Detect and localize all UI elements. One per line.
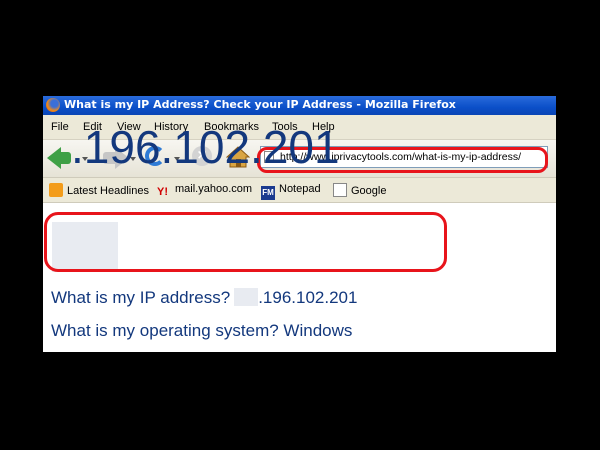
- firefox-icon: [46, 98, 60, 112]
- ip-question-label: What is my IP address?: [51, 288, 231, 307]
- ip-address-display: .196.102.201: [71, 121, 340, 173]
- ip-question-line: What is my IP address? .196.102.201: [51, 288, 357, 308]
- bookmark-yahoo-mail[interactable]: Y! mail.yahoo.com: [157, 183, 252, 200]
- fm-icon: FM: [261, 186, 275, 200]
- bookmark-latest-headlines[interactable]: Latest Headlines: [49, 183, 149, 197]
- window-title: What is my IP Address? Check your IP Add…: [64, 98, 456, 111]
- bookmarks-toolbar: Latest Headlines Y! mail.yahoo.com FM Note…: [43, 178, 556, 203]
- title-bar: What is my IP Address? Check your IP Add…: [43, 96, 556, 115]
- rss-icon: [49, 183, 63, 197]
- redacted-ip-block-small: [234, 288, 259, 306]
- menu-file[interactable]: File: [51, 121, 69, 133]
- yahoo-icon: Y!: [157, 186, 168, 198]
- page-icon: [333, 183, 347, 197]
- ip-question-value: .196.102.201: [258, 288, 358, 307]
- bookmark-google[interactable]: Google: [333, 183, 386, 197]
- os-line: What is my operating system? Windows: [51, 321, 353, 340]
- bookmark-notepad[interactable]: FM Notepad: [261, 183, 321, 200]
- redacted-ip-block: [52, 222, 118, 272]
